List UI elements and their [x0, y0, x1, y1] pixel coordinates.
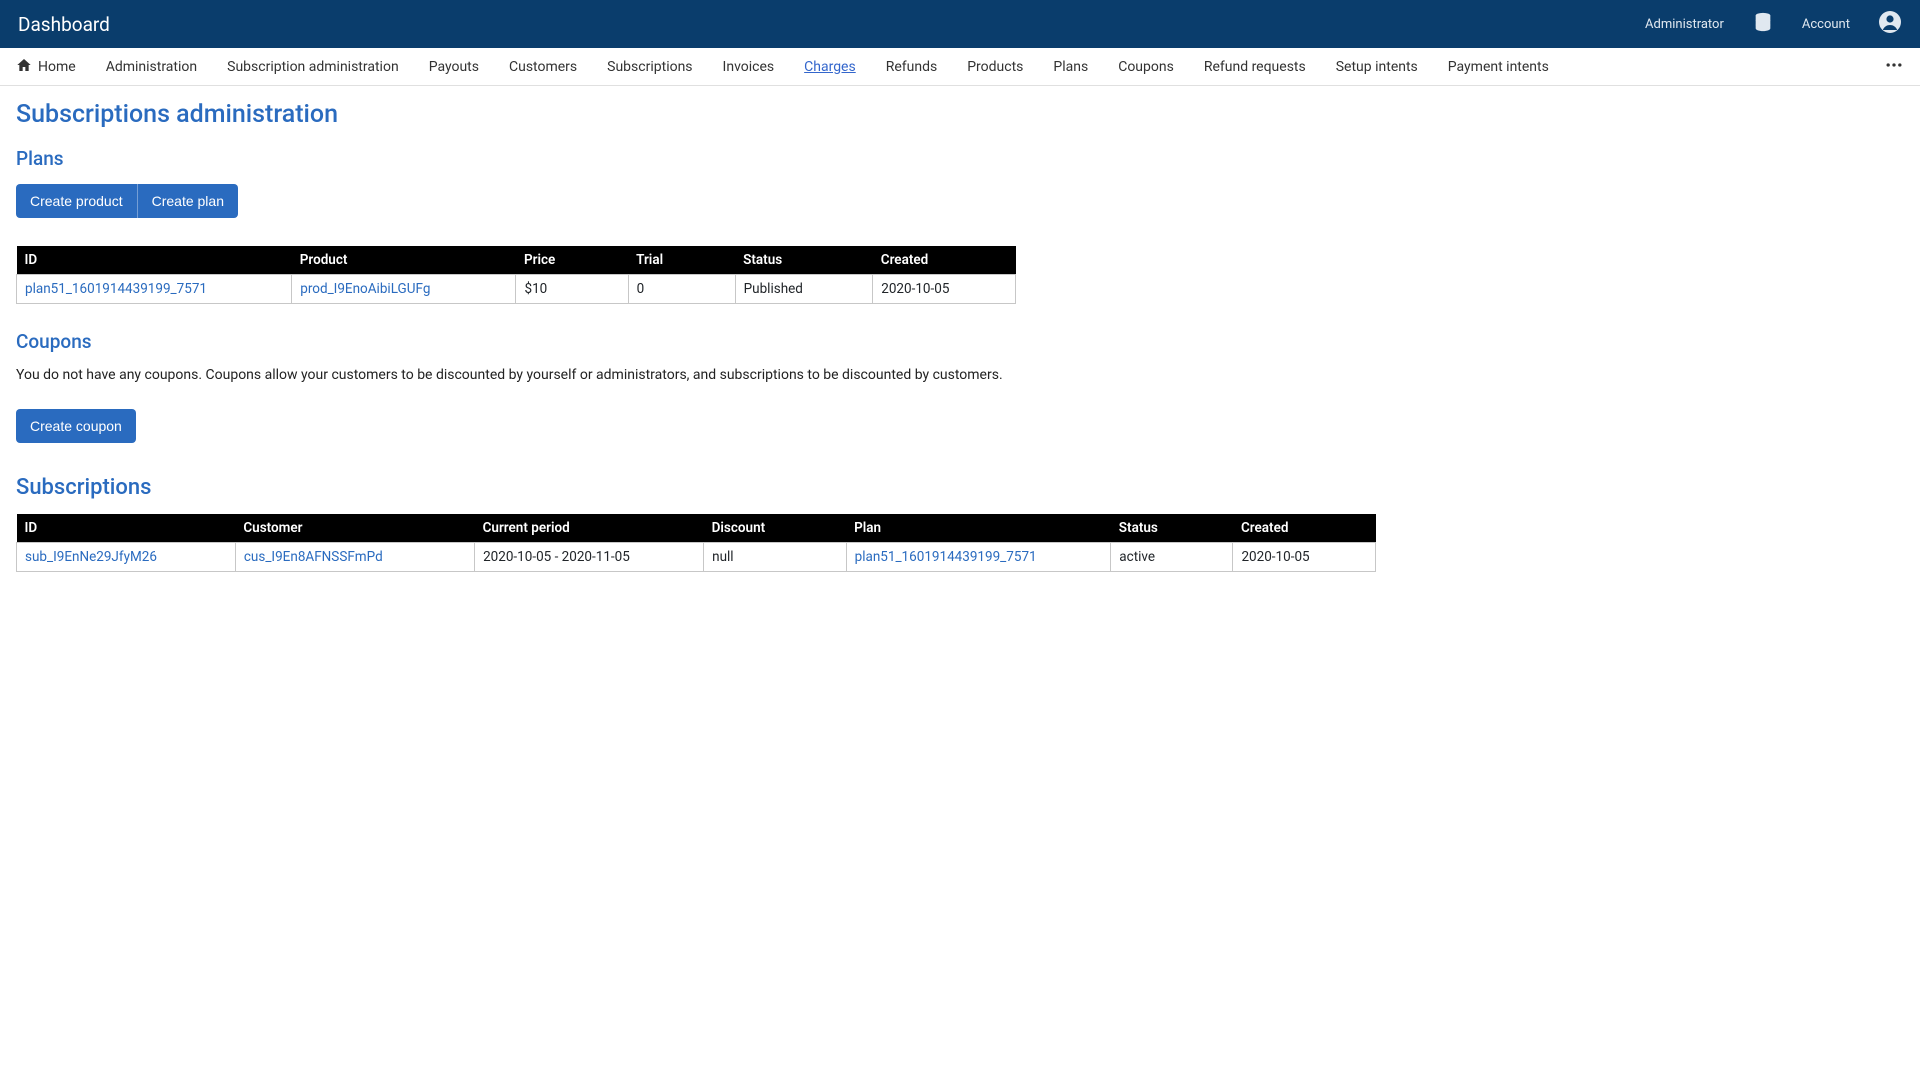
- subs-col-period: Current period: [475, 514, 704, 543]
- nav-subscriptions[interactable]: Subscriptions: [607, 59, 692, 75]
- top-bar-right: Administrator Account: [1645, 10, 1902, 38]
- subscriptions-heading: Subscriptions: [16, 475, 1904, 500]
- sub-discount-cell: null: [704, 543, 847, 572]
- plan-status-cell: Published: [735, 275, 873, 304]
- nav-customers[interactable]: Customers: [509, 59, 577, 75]
- nav-invoices[interactable]: Invoices: [723, 59, 775, 75]
- nav-home[interactable]: Home: [16, 57, 76, 77]
- sub-id-link[interactable]: sub_I9EnNe29JfyM26: [17, 543, 236, 572]
- plans-col-id: ID: [17, 246, 292, 275]
- nav-payment-intents[interactable]: Payment intents: [1448, 59, 1549, 75]
- create-coupon-button[interactable]: Create coupon: [16, 409, 136, 443]
- create-plan-button[interactable]: Create plan: [137, 184, 238, 218]
- nav-subscription-administration[interactable]: Subscription administration: [227, 59, 399, 75]
- nav-setup-intents[interactable]: Setup intents: [1336, 59, 1418, 75]
- sub-period-cell: 2020-10-05 - 2020-11-05: [475, 543, 704, 572]
- main-content: Subscriptions administration Plans Creat…: [0, 86, 1920, 612]
- plans-col-status: Status: [735, 246, 873, 275]
- plans-header-row: ID Product Price Trial Status Created: [17, 246, 1016, 275]
- nav-administration[interactable]: Administration: [106, 59, 197, 75]
- nav-products[interactable]: Products: [967, 59, 1023, 75]
- plan-price-cell: $10: [516, 275, 628, 304]
- nav-refunds[interactable]: Refunds: [886, 59, 938, 75]
- account-icon[interactable]: [1878, 10, 1902, 38]
- account-label[interactable]: Account: [1802, 17, 1850, 32]
- subs-row: sub_I9EnNe29JfyM26 cus_I9En8AFNSSFmPd 20…: [17, 543, 1376, 572]
- page-title: Subscriptions administration: [16, 100, 1904, 129]
- nav-coupons[interactable]: Coupons: [1118, 59, 1174, 75]
- nav-plans[interactable]: Plans: [1053, 59, 1088, 75]
- top-bar: Dashboard Administrator Account: [0, 0, 1920, 48]
- subscriptions-table: ID Customer Current period Discount Plan…: [16, 514, 1376, 572]
- create-product-button[interactable]: Create product: [16, 184, 137, 218]
- subs-col-status: Status: [1111, 514, 1233, 543]
- plan-trial-cell: 0: [628, 275, 735, 304]
- plans-table: ID Product Price Trial Status Created pl…: [16, 246, 1016, 304]
- coupons-empty-text: You do not have any coupons. Coupons all…: [16, 367, 1904, 383]
- subs-header-row: ID Customer Current period Discount Plan…: [17, 514, 1376, 543]
- plans-col-price: Price: [516, 246, 628, 275]
- more-icon[interactable]: [1884, 55, 1904, 79]
- nav-home-label: Home: [38, 59, 76, 75]
- plans-col-created: Created: [873, 246, 1016, 275]
- subs-col-id: ID: [17, 514, 236, 543]
- subs-col-created: Created: [1233, 514, 1376, 543]
- subs-col-plan: Plan: [846, 514, 1111, 543]
- plans-col-product: Product: [292, 246, 516, 275]
- plans-col-trial: Trial: [628, 246, 735, 275]
- app-title: Dashboard: [18, 13, 1645, 36]
- nav-payouts[interactable]: Payouts: [429, 59, 479, 75]
- coupons-heading: Coupons: [16, 330, 1904, 353]
- nav-charges[interactable]: Charges: [804, 59, 856, 75]
- plan-id-link[interactable]: plan51_1601914439199_7571: [17, 275, 292, 304]
- sub-created-cell: 2020-10-05: [1233, 543, 1376, 572]
- sub-plan-link[interactable]: plan51_1601914439199_7571: [846, 543, 1111, 572]
- nav-refund-requests[interactable]: Refund requests: [1204, 59, 1306, 75]
- plan-product-link[interactable]: prod_I9EnoAibiLGUFg: [292, 275, 516, 304]
- subs-col-discount: Discount: [704, 514, 847, 543]
- administrator-label[interactable]: Administrator: [1645, 17, 1724, 32]
- nav-bar: Home Administration Subscription adminis…: [0, 48, 1920, 86]
- plans-heading: Plans: [16, 147, 1904, 170]
- database-icon[interactable]: [1752, 11, 1774, 37]
- plans-row: plan51_1601914439199_7571 prod_I9EnoAibi…: [17, 275, 1016, 304]
- sub-customer-link[interactable]: cus_I9En8AFNSSFmPd: [235, 543, 474, 572]
- plan-created-cell: 2020-10-05: [873, 275, 1016, 304]
- home-icon: [16, 57, 32, 77]
- plans-button-row: Create product Create plan: [16, 184, 1904, 218]
- sub-status-cell: active: [1111, 543, 1233, 572]
- subs-col-customer: Customer: [235, 514, 474, 543]
